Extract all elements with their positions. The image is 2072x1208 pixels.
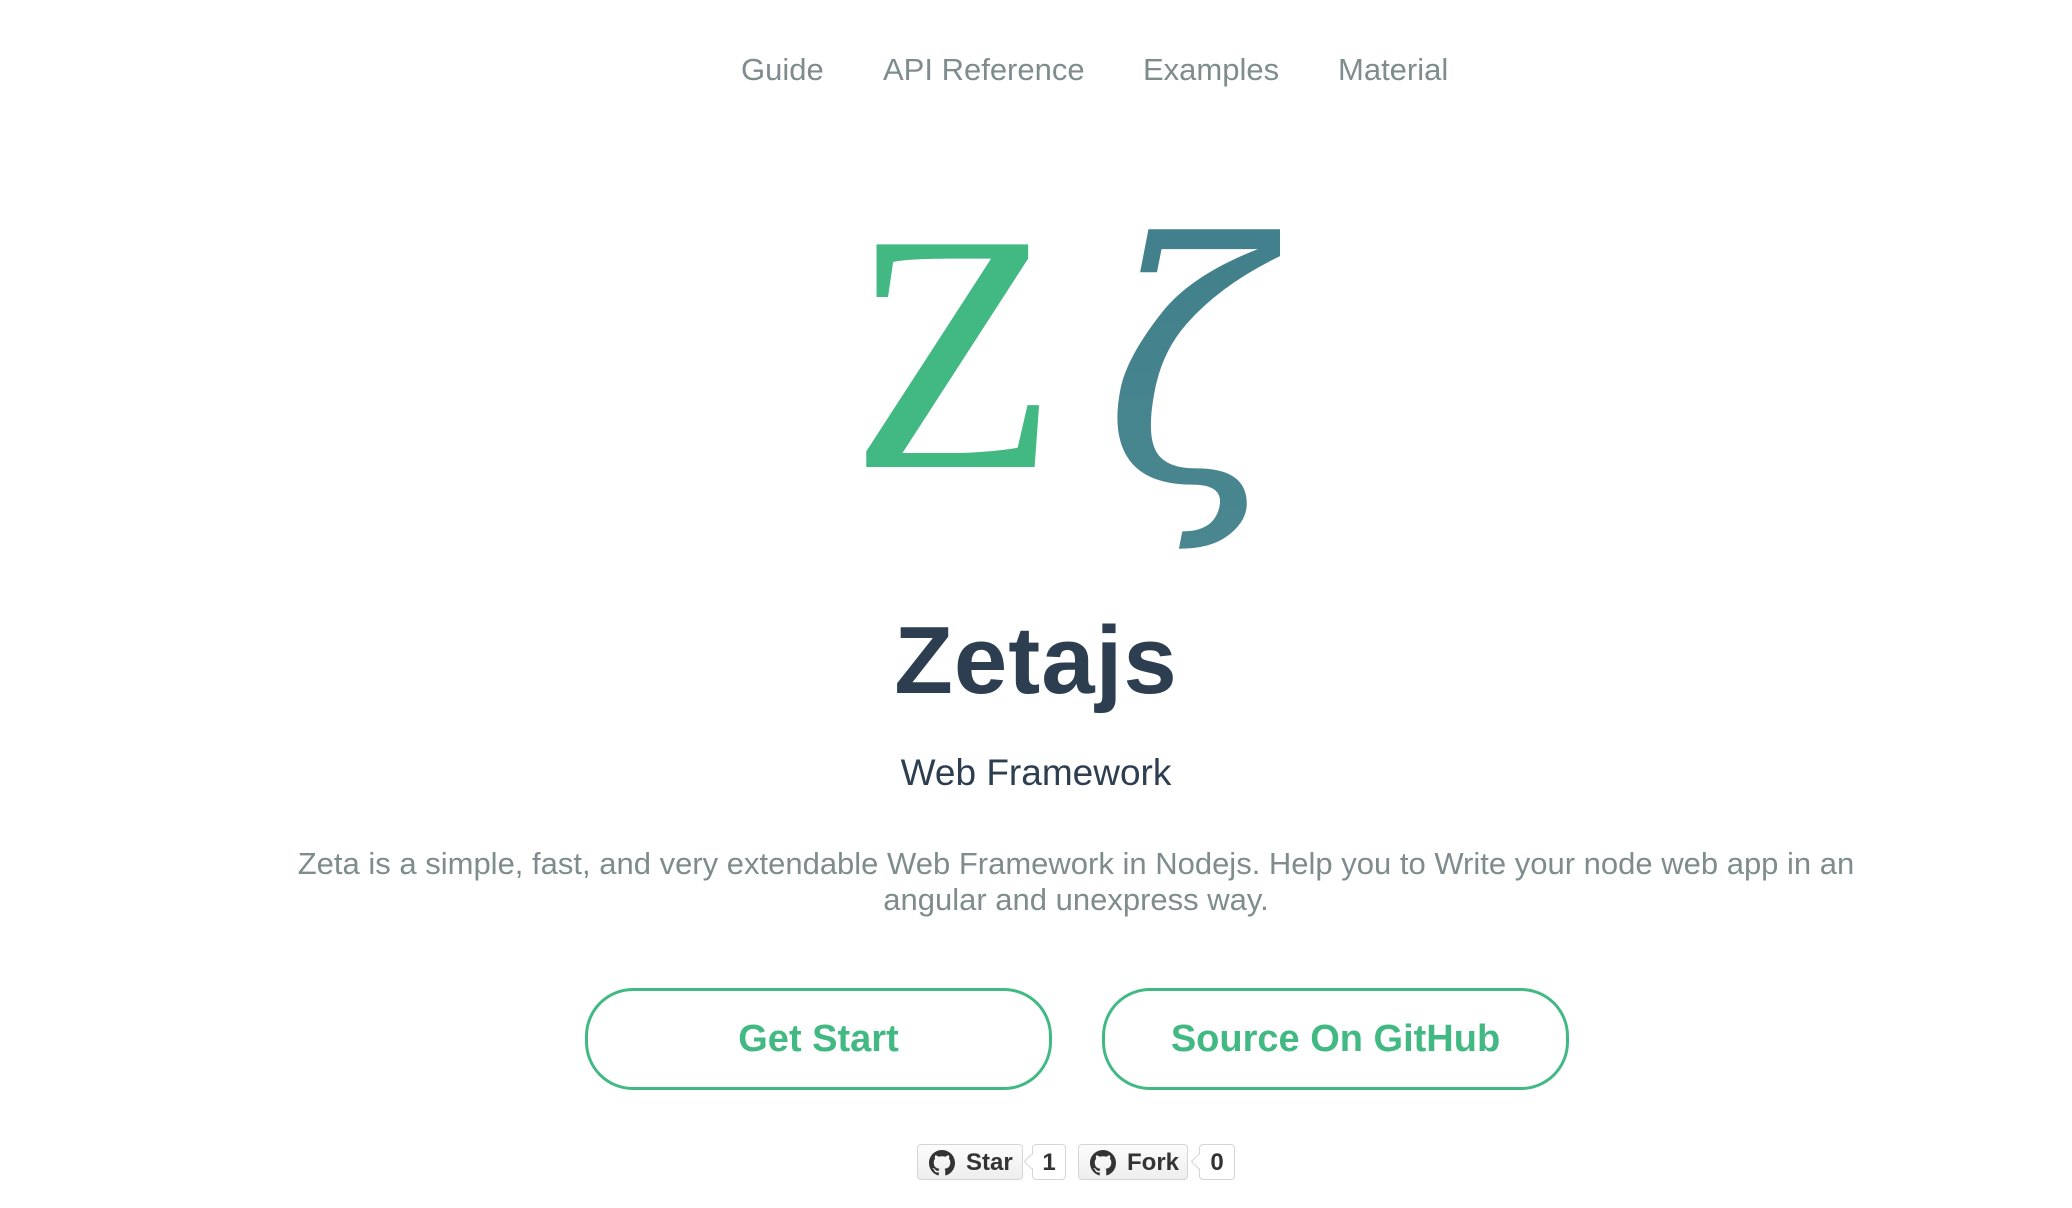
get-start-button[interactable]: Get Start [585, 988, 1052, 1090]
github-fork-label: Fork [1127, 1149, 1180, 1176]
github-star-label: Star [966, 1149, 1013, 1176]
source-on-github-button[interactable]: Source On GitHub [1102, 988, 1569, 1090]
github-octocat-icon [929, 1150, 955, 1176]
page-description: Zeta is a simple, fast, and very extenda… [297, 846, 1855, 917]
nav-item-api-reference[interactable]: API Reference [883, 52, 1085, 88]
github-star-count[interactable]: 1 [1032, 1144, 1066, 1180]
nav-item-examples[interactable]: Examples [1143, 52, 1279, 88]
page-title: Zetajs [894, 607, 1178, 714]
github-star-button[interactable]: Star [917, 1144, 1023, 1180]
github-fork-count[interactable]: 0 [1199, 1144, 1235, 1180]
logo-greek-zeta: ζ [1104, 180, 1280, 558]
nav-item-guide[interactable]: Guide [741, 52, 824, 88]
github-badges: Star 1 Fork 0 [0, 1144, 2072, 1184]
github-fork-button[interactable]: Fork [1078, 1144, 1188, 1180]
zeta-logo: Z ζ [850, 180, 1280, 558]
nav-item-material[interactable]: Material [1338, 52, 1448, 88]
logo-latin-z: Z [850, 180, 1058, 541]
landing-page: Guide API Reference Examples Material Z … [0, 0, 2072, 1208]
page-subtitle: Web Framework [900, 752, 1172, 793]
github-octocat-icon [1090, 1150, 1116, 1176]
